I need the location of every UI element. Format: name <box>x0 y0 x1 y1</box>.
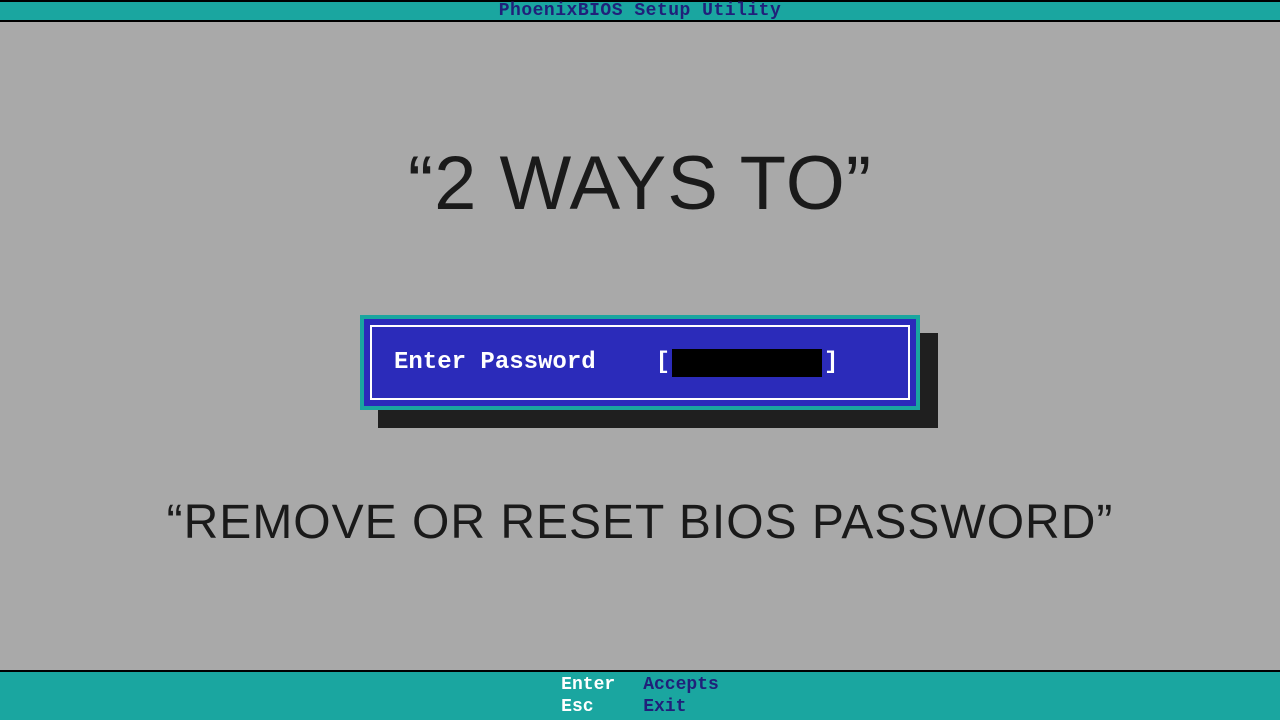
hint-action-accepts: Accepts <box>643 674 719 696</box>
hint-key-enter: Enter <box>561 674 615 696</box>
overlay-headline-2: “REMOVE OR RESET BIOS PASSWORD” <box>0 495 1280 550</box>
password-field-wrap[interactable]: [ ] <box>656 349 839 377</box>
password-dialog-inner: Enter Password [ ] <box>370 325 910 400</box>
password-label: Enter Password <box>394 349 596 376</box>
bios-footer-bar: Enter Accepts Esc Exit <box>0 670 1280 720</box>
password-input[interactable] <box>672 349 822 377</box>
password-dialog-wrap: Enter Password [ ] <box>360 315 920 410</box>
password-dialog: Enter Password [ ] <box>360 315 920 410</box>
hint-key-esc: Esc <box>561 696 615 718</box>
bracket-close: ] <box>824 349 838 376</box>
bios-title: PhoenixBIOS Setup Utility <box>499 1 782 21</box>
overlay-headline-1: “2 WAYS TO” <box>0 140 1280 227</box>
key-hints: Enter Accepts Esc Exit <box>561 674 719 718</box>
bracket-open: [ <box>656 349 670 376</box>
bios-title-bar: PhoenixBIOS Setup Utility <box>0 0 1280 22</box>
hint-action-exit: Exit <box>643 696 719 718</box>
